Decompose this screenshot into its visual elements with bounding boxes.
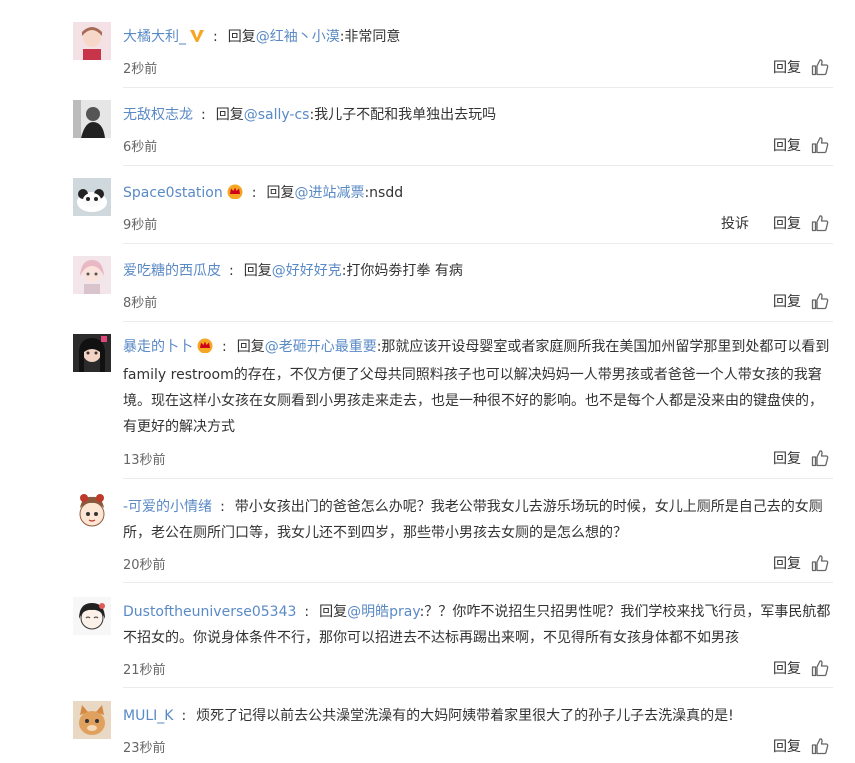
thumbs-up-icon[interactable] [811,449,829,467]
username-link[interactable]: Dustoftheuniverse05343 [123,604,296,620]
username-link[interactable]: 暴走的卜卜 [123,339,193,355]
reply-prefix: 回复 [236,339,265,355]
thumbs-up-icon[interactable] [811,214,829,232]
comment-body: 烦死了记得以前去公共澡堂洗澡有的大妈阿姨带着家里很大了的孙子儿子去洗澡真的是! [196,708,734,724]
comment-text: 暴走的卜卜: 回复@老砸开心最重要:那就应该开设母婴室或者家庭厕所我在美国加州留学… [123,334,833,440]
comment-text: 大橘大利_: 回复@红袖丶小漠:非常同意 [123,24,833,52]
reply-button[interactable]: 回复 [773,213,801,233]
comment-actions: 回复 [773,57,829,77]
reply-prefix: 回复 [319,604,348,620]
thumbs-up-icon[interactable] [811,292,829,310]
comment-time: 9秒前 [123,218,158,233]
comment-actions: 回复 [773,291,829,311]
thumbs-up-icon[interactable] [811,58,829,76]
report-button[interactable]: 投诉 [721,213,749,233]
avatar[interactable] [73,256,111,294]
reply-button[interactable]: 回复 [773,553,801,573]
comment-time: 21秒前 [123,663,166,678]
comment-actions: 回复 [773,736,829,756]
mention-link[interactable]: @进站减票 [294,185,364,201]
username-link[interactable]: 爱吃糖的西瓜皮 [123,263,221,279]
comment-actions: 回复 [773,448,829,468]
thumbs-up-icon[interactable] [811,136,829,154]
divider [123,165,833,166]
mention-link[interactable]: @好好好克 [272,263,342,279]
comment-actions: 回复 [773,553,829,573]
reply-button[interactable]: 回复 [773,448,801,468]
comment-text: Dustoftheuniverse05343: 回复@明皓pray:？？你咋不说招… [123,604,831,646]
reply-button[interactable]: 回复 [773,291,801,311]
avatar[interactable] [73,334,111,372]
reply-button[interactable]: 回复 [773,135,801,155]
comment-text: 爱吃糖的西瓜皮: 回复@好好好克:打你妈劵打拳 有病 [123,263,463,279]
comment-time: 6秒前 [123,140,158,155]
reply-button[interactable]: 回复 [773,736,801,756]
crown-badge-icon [226,182,244,208]
comment-time: 13秒前 [123,453,166,468]
reply-prefix: 回复 [266,185,295,201]
comment-body: :打你妈劵打拳 有病 [341,263,463,279]
divider [123,478,833,479]
comment-text: MULI_K: 烦死了记得以前去公共澡堂洗澡有的大妈阿姨带着家里很大了的孙子儿子去… [123,708,734,724]
comment-list: 大橘大利_: 回复@红袖丶小漠:非常同意 2秒前 回复 无敌权志龙: 回复@sall… [0,0,855,763]
username-link[interactable]: -可爱的小情绪 [123,499,212,515]
username-link[interactable]: Space0station [123,185,223,201]
thumbs-up-icon[interactable] [811,737,829,755]
comment-text: -可爱的小情绪: 带小女孩出门的爸爸怎么办呢？我老公带我女儿去游乐场玩的时候，女儿… [123,499,823,541]
thumbs-up-icon[interactable] [811,554,829,572]
username-link[interactable]: 大橘大利_ [123,29,186,45]
reply-prefix: 回复 [243,263,272,279]
comment-time: 8秒前 [123,296,158,311]
comment-text: Space0station: 回复@进站减票:nsdd [123,180,833,208]
mention-link[interactable]: @明皓pray [347,604,420,620]
avatar[interactable] [73,100,111,138]
divider [123,87,833,88]
reply-button[interactable]: 回复 [773,658,801,678]
divider [123,243,833,244]
avatar[interactable] [73,701,111,739]
comment-body: :非常同意 [339,29,401,45]
mention-link[interactable]: @红袖丶小漠 [256,29,340,45]
crown-badge-icon [196,336,214,362]
divider [123,687,833,688]
mention-link[interactable]: @老砸开心最重要 [265,339,377,355]
comment-text: 无敌权志龙: 回复@sally-cs:我儿子不配和我单独出去玩吗 [123,107,497,123]
avatar[interactable] [73,178,111,216]
comment-time: 23秒前 [123,741,166,756]
comment-body: :那就应该开设母婴室或者家庭厕所我在美国加州留学那里到处都可以看到family … [123,339,830,435]
comment-actions: 回复 [773,135,829,155]
comment-actions: 投诉 回复 [721,213,829,233]
avatar[interactable] [73,492,111,530]
comment-body: :我儿子不配和我单独出去玩吗 [309,107,497,123]
thumbs-up-icon[interactable] [811,659,829,677]
username-link[interactable]: MULI_K [123,708,173,724]
divider [123,321,833,322]
reply-prefix: 回复 [215,107,244,123]
avatar[interactable] [73,597,111,635]
reply-button[interactable]: 回复 [773,57,801,77]
comment-body: :nsdd [364,185,404,201]
comment-time: 2秒前 [123,62,158,77]
v-badge-icon [189,26,205,52]
comment-body: 带小女孩出门的爸爸怎么办呢？我老公带我女儿去游乐场玩的时候，女儿上厕所是自己去的… [123,499,823,541]
divider [123,582,833,583]
avatar[interactable] [73,22,111,60]
comment-time: 20秒前 [123,558,166,573]
reply-prefix: 回复 [227,29,256,45]
username-link[interactable]: 无敌权志龙 [123,107,193,123]
comment-actions: 回复 [773,658,829,678]
mention-link[interactable]: @sally-cs [244,107,310,123]
